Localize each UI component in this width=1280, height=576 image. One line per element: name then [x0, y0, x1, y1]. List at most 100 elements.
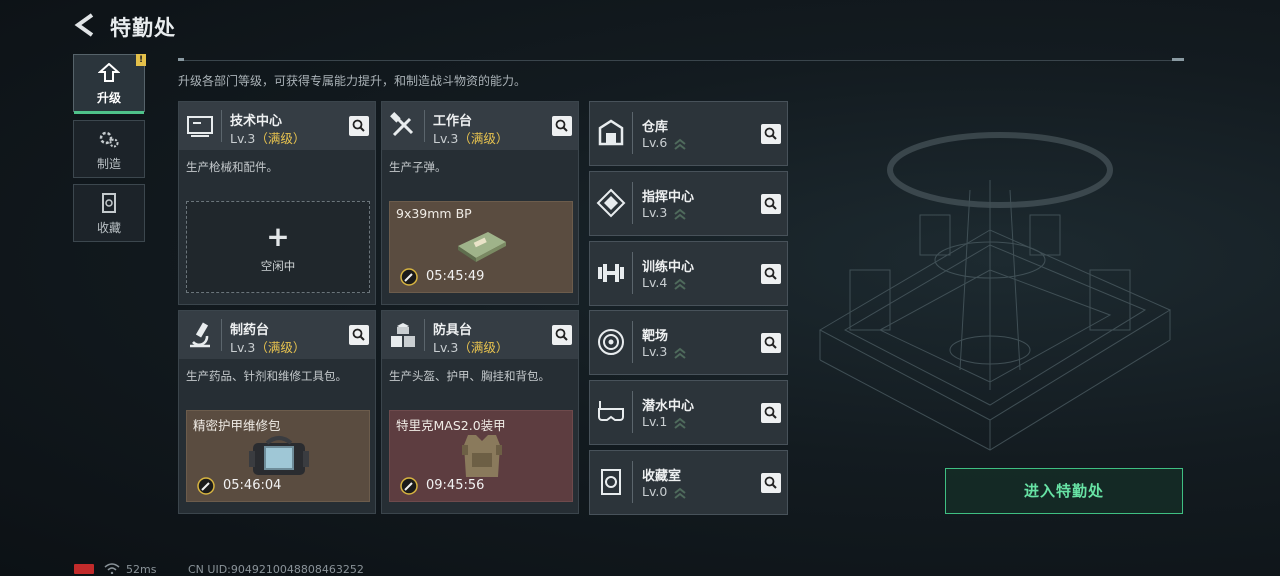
battery-icon: [74, 564, 94, 574]
facility-level: Lv.3: [642, 205, 668, 220]
card-pharmacy[interactable]: 制药台 Lv.3（满级） 生产药品、针剂和维修工具包。 精密护甲维修包 05:4…: [178, 310, 376, 514]
facility-level: Lv.4: [642, 275, 668, 290]
production-slot-empty[interactable]: + 空闲中: [186, 201, 370, 293]
card-tech-center[interactable]: 技术中心 Lv.3（满级） 生产枪械和配件。 + 空闲中: [178, 101, 376, 305]
facility-level: Lv.3（满级）: [433, 340, 509, 355]
timer-icon: [400, 477, 418, 495]
facility-name: 指挥中心: [642, 190, 695, 205]
divider-cap-right: [1172, 58, 1184, 61]
divider-cap-left: [178, 58, 184, 61]
search-icon[interactable]: [761, 333, 781, 353]
facility-level: Lv.1: [642, 414, 668, 429]
search-icon[interactable]: [552, 116, 572, 136]
search-icon[interactable]: [761, 473, 781, 493]
production-slot[interactable]: 特里克MAS2.0装甲 09:45:56: [389, 410, 573, 502]
timer-icon: [400, 268, 418, 286]
search-icon[interactable]: [761, 264, 781, 284]
tools-icon: [390, 112, 414, 137]
facility-row-training-center[interactable]: 训练中心 Lv.4: [589, 241, 788, 306]
diving-mask-icon: [598, 401, 624, 421]
page-description: 升级各部门等级，可获得专属能力提升，和制造战斗物资的能力。: [178, 74, 527, 88]
product-name: 9x39mm BP: [396, 206, 472, 221]
collection-room-icon: [601, 469, 621, 495]
production-slot[interactable]: 精密护甲维修包 05:46:04: [186, 410, 370, 502]
warehouse-icon: [598, 119, 624, 146]
card-header: 技术中心 Lv.3（满级）: [179, 102, 375, 150]
production-timer: 05:46:04: [223, 478, 282, 493]
boxes-icon: [391, 323, 415, 347]
facility-name: 收藏室: [642, 469, 682, 484]
facility-level: Lv.3（满级）: [230, 131, 306, 146]
header-divider: [178, 60, 1184, 61]
facility-description: 生产药品、针剂和维修工具包。: [186, 369, 347, 383]
ping-readout: 52ms: [126, 563, 157, 576]
facility-row-command-center[interactable]: 指挥中心 Lv.3: [589, 171, 788, 236]
facility-name: 制药台: [230, 323, 270, 338]
repair-kit-icon: [249, 436, 309, 475]
tab-label: 升级: [96, 91, 121, 105]
upgrade-chevron-icon: [674, 278, 686, 290]
search-icon[interactable]: [761, 194, 781, 214]
page-title: 特勤处: [110, 16, 176, 40]
back-arrow-icon[interactable]: [72, 12, 98, 38]
facility-level: Lv.0: [642, 484, 668, 499]
production-timer: 05:45:49: [426, 269, 485, 284]
facility-level: Lv.6: [642, 135, 668, 150]
facility-row-collection-room[interactable]: 收藏室 Lv.0: [589, 450, 788, 515]
body-armor-icon: [462, 435, 502, 477]
upgrade-chevron-icon: [674, 417, 686, 429]
dumbbell-icon: [598, 264, 624, 282]
card-header: 制药台 Lv.3（满级）: [179, 311, 375, 359]
tab-label: 制造: [96, 157, 121, 171]
production-slot[interactable]: 9x39mm BP 05:45:49: [389, 201, 573, 293]
ammo-box-icon: [458, 232, 506, 262]
search-icon[interactable]: [761, 124, 781, 144]
upgrade-icon: [97, 62, 121, 82]
facility-name: 靶场: [642, 329, 669, 344]
upgrade-chevron-icon: [674, 138, 686, 150]
facility-description: 生产子弹。: [389, 160, 447, 174]
search-icon[interactable]: [349, 325, 369, 345]
production-timer: 09:45:56: [426, 478, 485, 493]
tab-upgrade[interactable]: 升级: [73, 54, 145, 114]
facility-row-shooting-range[interactable]: 靶场 Lv.3: [589, 310, 788, 375]
facility-row-diving-center[interactable]: 潜水中心 Lv.1: [589, 380, 788, 445]
wifi-icon: [104, 563, 120, 574]
card-header: 防具台 Lv.3（满级）: [382, 311, 578, 359]
search-icon[interactable]: [349, 116, 369, 136]
tab-collection[interactable]: 收藏: [73, 184, 145, 242]
idle-label: 空闲中: [260, 259, 296, 273]
collection-icon: [102, 193, 116, 213]
timer-icon: [197, 477, 215, 495]
facility-level: Lv.3: [642, 344, 668, 359]
facility-name: 工作台: [433, 114, 473, 129]
base-schematic-background: [818, 132, 1172, 451]
tab-craft[interactable]: 制造: [73, 120, 145, 178]
product-name: 精密护甲维修包: [193, 418, 281, 433]
target-icon: [598, 329, 624, 355]
card-armor-bench[interactable]: 防具台 Lv.3（满级） 生产头盔、护甲、胸挂和背包。 特里克MAS2.0装甲 …: [381, 310, 579, 514]
facility-description: 生产头盔、护甲、胸挂和背包。: [389, 369, 550, 383]
facility-level: Lv.3（满级）: [230, 340, 306, 355]
microscope-icon: [190, 322, 210, 348]
command-icon: [596, 188, 626, 218]
search-icon[interactable]: [761, 403, 781, 423]
notification-badge: !: [136, 54, 146, 66]
upgrade-chevron-icon: [674, 208, 686, 220]
facility-row-warehouse[interactable]: 仓库 Lv.6: [589, 101, 788, 166]
facility-name: 潜水中心: [642, 399, 695, 414]
facility-name: 防具台: [433, 323, 473, 338]
tab-label: 收藏: [96, 221, 121, 235]
search-icon[interactable]: [552, 325, 572, 345]
enter-special-ops-button[interactable]: 进入特勤处: [945, 468, 1183, 514]
facility-name: 训练中心: [642, 260, 695, 275]
add-icon: +: [266, 220, 290, 253]
card-workbench[interactable]: 工作台 Lv.3（满级） 生产子弹。 9x39mm BP 05:45:49: [381, 101, 579, 305]
facility-name: 技术中心: [230, 114, 283, 129]
card-header: 工作台 Lv.3（满级）: [382, 102, 578, 150]
upgrade-chevron-icon: [674, 487, 686, 499]
upgrade-chevron-icon: [674, 347, 686, 359]
facility-name: 仓库: [642, 120, 669, 135]
user-uid: CN UID:9049210048808463252: [188, 563, 364, 576]
facility-level: Lv.3（满级）: [433, 131, 509, 146]
